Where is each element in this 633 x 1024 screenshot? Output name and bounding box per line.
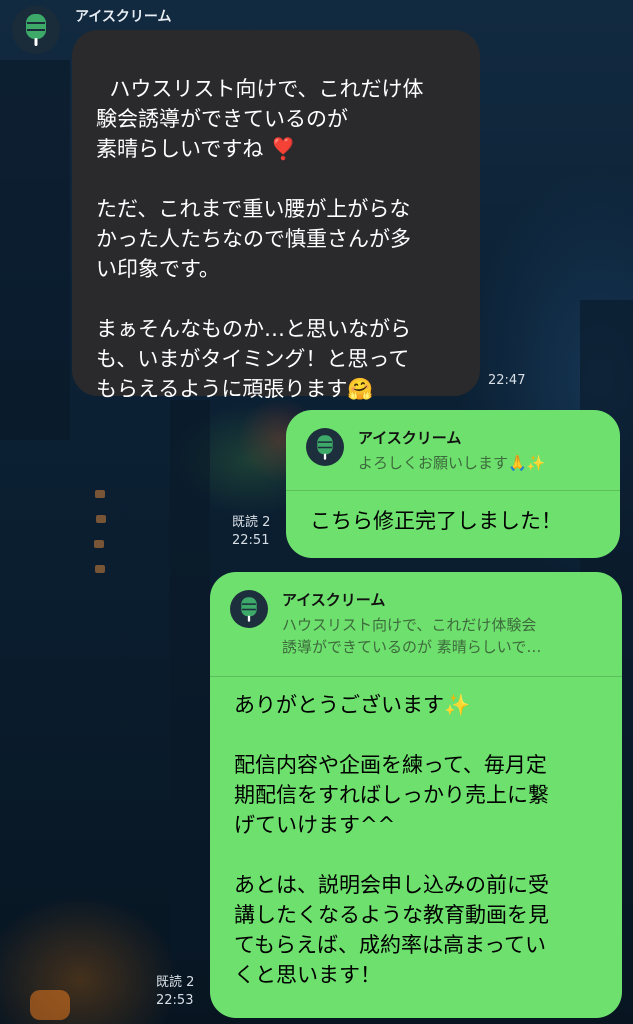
message-text: ありがとうございます✨ 配信内容や企画を練って、毎月定 期配信をすればしっかり売… [234,693,549,987]
read-receipt: 既読 2 22:51 [232,514,270,550]
quote-text: ハウスリスト向けで、これだけ体験会 誘導ができているのが 素晴らしいで… [282,616,542,656]
outgoing-message-bubble[interactable]: アイスクリーム ハウスリスト向けで、これだけ体験会 誘導ができているのが 素晴ら… [210,572,622,1018]
message-timestamp: 22:47 [488,373,526,388]
sender-avatar[interactable] [12,6,60,54]
ice-cream-icon [317,434,333,460]
incoming-message-bubble[interactable]: ハウスリスト向けで、これだけ体 験会誘導ができているのが 素晴らしいですね ❣️… [72,30,480,401]
message-text: ハウスリスト向けで、これだけ体 験会誘導ができているのが 素晴らしいですね ❣️… [96,77,424,401]
reply-quote[interactable]: アイスクリーム よろしくお願いします🙏✨ [286,410,620,491]
read-status: 既読 2 [156,975,195,990]
read-receipt: 既読 2 22:53 [156,974,194,1010]
read-status: 既読 2 [232,515,271,530]
outgoing-message-bubble[interactable]: アイスクリーム よろしくお願いします🙏✨ こちら修正完了しました！ [286,410,620,558]
message-timestamp: 22:51 [232,533,270,548]
sender-name: アイスクリーム [75,9,172,25]
quote-sender-name: アイスクリーム [282,591,386,609]
quote-avatar [306,428,344,466]
quote-text: よろしくお願いします🙏✨ [358,454,546,472]
quote-avatar [230,590,268,628]
quote-sender-name: アイスクリーム [358,429,462,447]
message-text: こちら修正完了しました！ [310,509,562,533]
message-timestamp: 22:53 [156,993,194,1008]
ice-cream-icon [26,14,46,46]
reply-quote[interactable]: アイスクリーム ハウスリスト向けで、これだけ体験会 誘導ができているのが 素晴ら… [210,572,622,677]
ice-cream-icon [241,596,257,622]
